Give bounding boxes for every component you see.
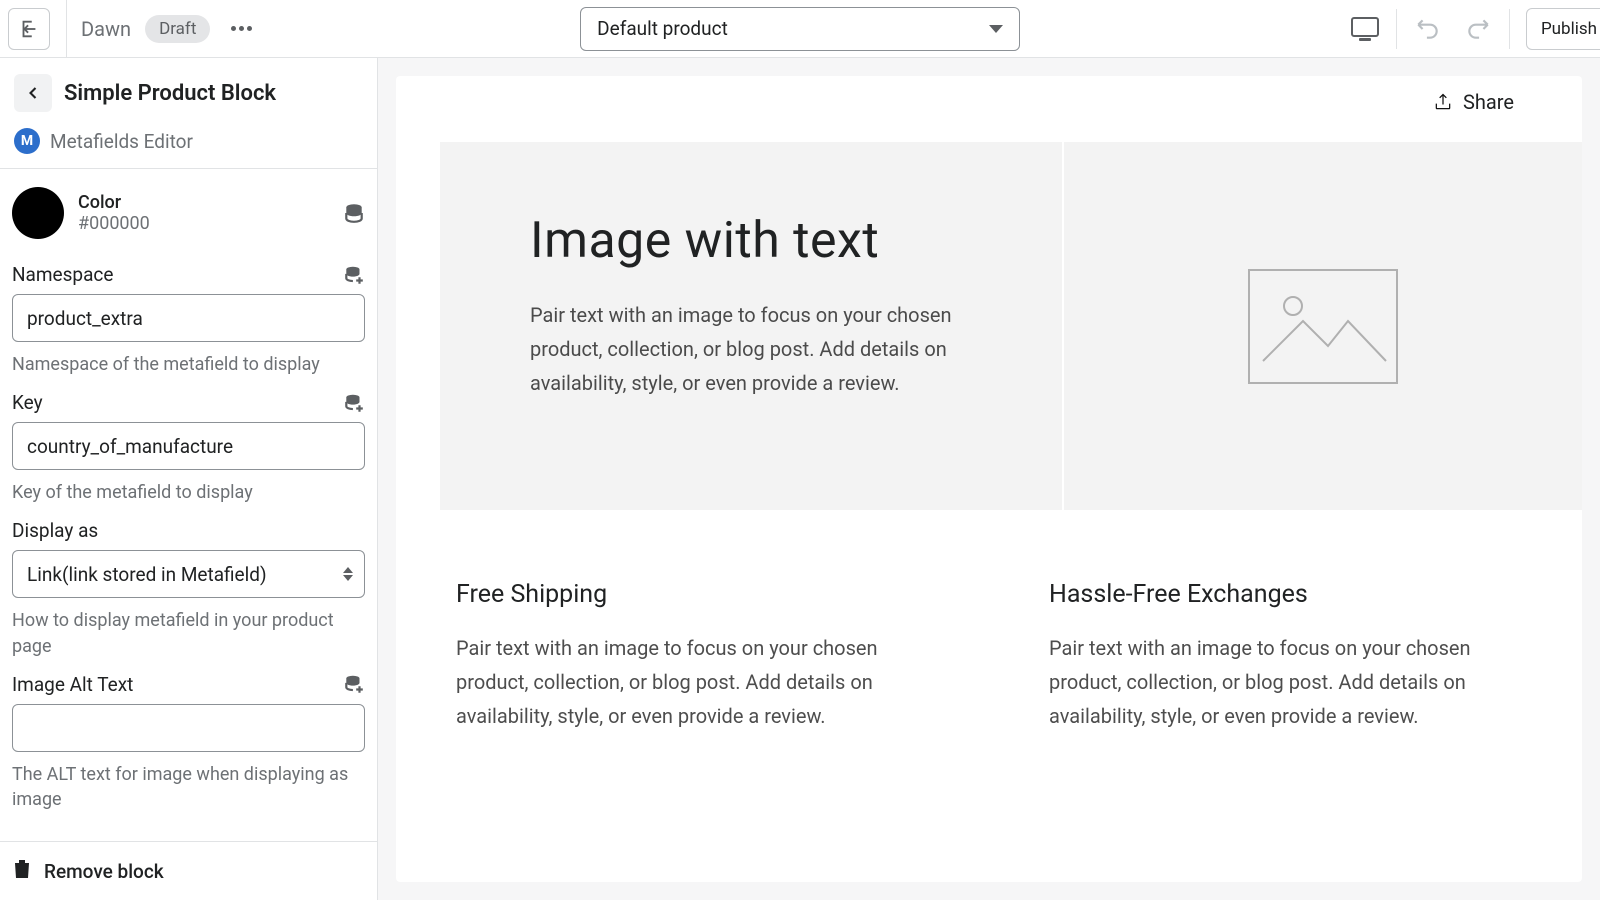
preview-pane: Share Image with text Pair text with an … <box>378 58 1600 900</box>
namespace-label: Namespace <box>12 263 113 286</box>
key-label: Key <box>12 391 43 414</box>
undo-button[interactable] <box>1405 6 1451 52</box>
trash-icon <box>12 858 32 884</box>
viewport-desktop-button[interactable] <box>1342 6 1388 52</box>
color-value: #000000 <box>78 213 329 234</box>
dots-horizontal-icon <box>231 26 252 31</box>
alt-text-input[interactable] <box>12 704 365 752</box>
color-setting[interactable]: Color #000000 <box>12 169 365 253</box>
block-title: Simple Product Block <box>64 81 276 106</box>
namespace-input[interactable] <box>12 294 365 342</box>
column-2-heading: Hassle-Free Exchanges <box>1049 580 1522 609</box>
undo-icon <box>1415 16 1441 42</box>
exit-editor-button[interactable] <box>8 8 50 50</box>
column-1-body: Pair text with an image to focus on your… <box>456 631 929 733</box>
namespace-help: Namespace of the metafield to display <box>12 352 365 377</box>
share-button[interactable]: Share <box>1433 90 1514 114</box>
remove-block-label: Remove block <box>44 860 164 883</box>
draft-badge: Draft <box>145 15 210 43</box>
column-1: Free Shipping Pair text with an image to… <box>456 580 929 733</box>
topbar-right: Publish <box>1342 6 1592 52</box>
image-placeholder-icon <box>1248 269 1398 384</box>
exit-icon <box>18 18 40 40</box>
iwt-image <box>1062 142 1582 510</box>
preview-canvas: Share Image with text Pair text with an … <box>396 76 1582 882</box>
alt-text-help: The ALT text for image when displaying a… <box>12 762 365 812</box>
column-2: Hassle-Free Exchanges Pair text with an … <box>1049 580 1522 733</box>
color-label: Color <box>78 192 329 213</box>
app-icon: M <box>14 128 40 154</box>
color-swatch[interactable] <box>12 187 64 239</box>
theme-name: Dawn <box>81 17 131 41</box>
redo-icon <box>1465 16 1491 42</box>
publish-label: Publish <box>1541 19 1597 39</box>
template-selected-label: Default product <box>597 17 728 40</box>
remove-block-button[interactable]: Remove block <box>0 841 377 900</box>
share-label: Share <box>1463 90 1514 114</box>
topbar-center: Default product <box>258 7 1342 51</box>
main: Simple Product Block M Metafields Editor… <box>0 58 1600 900</box>
desktop-icon <box>1351 17 1379 41</box>
alt-text-field: Image Alt Text The ALT text for image wh… <box>12 663 365 816</box>
share-icon <box>1433 92 1453 112</box>
publish-button[interactable]: Publish <box>1526 8 1600 50</box>
caret-down-icon <box>989 25 1003 33</box>
redo-button[interactable] <box>1455 6 1501 52</box>
dynamic-source-add-icon[interactable] <box>343 264 365 286</box>
display-as-select[interactable] <box>12 550 365 598</box>
key-field: Key Key of the metafield to display <box>12 381 365 509</box>
multicolumn-section: Free Shipping Pair text with an image to… <box>396 510 1582 763</box>
display-as-label: Display as <box>12 519 98 542</box>
app-name: Metafields Editor <box>50 130 193 153</box>
namespace-field: Namespace Namespace of the metafield to … <box>12 253 365 381</box>
dynamic-source-icon[interactable] <box>343 202 365 224</box>
column-1-heading: Free Shipping <box>456 580 929 609</box>
divider <box>1396 9 1397 49</box>
sidebar: Simple Product Block M Metafields Editor… <box>0 58 378 900</box>
dynamic-source-add-icon[interactable] <box>343 673 365 695</box>
more-actions-button[interactable] <box>224 12 258 46</box>
column-2-body: Pair text with an image to focus on your… <box>1049 631 1522 733</box>
display-as-help: How to display metafield in your product… <box>12 608 365 658</box>
theme-info: Dawn Draft <box>66 0 258 58</box>
app-row: M Metafields Editor <box>0 122 377 168</box>
select-arrows-icon <box>343 567 353 581</box>
key-input[interactable] <box>12 422 365 470</box>
iwt-body: Pair text with an image to focus on your… <box>530 298 970 400</box>
chevron-left-icon <box>23 83 43 103</box>
iwt-heading: Image with text <box>530 212 972 270</box>
display-as-field: Display as How to display metafield in y… <box>12 509 365 662</box>
sidebar-header: Simple Product Block <box>0 58 377 122</box>
color-labels: Color #000000 <box>78 192 329 234</box>
dynamic-source-add-icon[interactable] <box>343 392 365 414</box>
iwt-text: Image with text Pair text with an image … <box>440 142 1062 510</box>
sidebar-body: Color #000000 Namespace Namespace of the… <box>0 168 377 841</box>
image-with-text-section: Image with text Pair text with an image … <box>440 142 1582 510</box>
topbar-left: Dawn Draft <box>8 0 258 58</box>
topbar: Dawn Draft Default product Publish <box>0 0 1600 58</box>
template-selector[interactable]: Default product <box>580 7 1020 51</box>
alt-text-label: Image Alt Text <box>12 673 133 696</box>
divider <box>1509 9 1510 49</box>
key-help: Key of the metafield to display <box>12 480 365 505</box>
back-button[interactable] <box>14 74 52 112</box>
